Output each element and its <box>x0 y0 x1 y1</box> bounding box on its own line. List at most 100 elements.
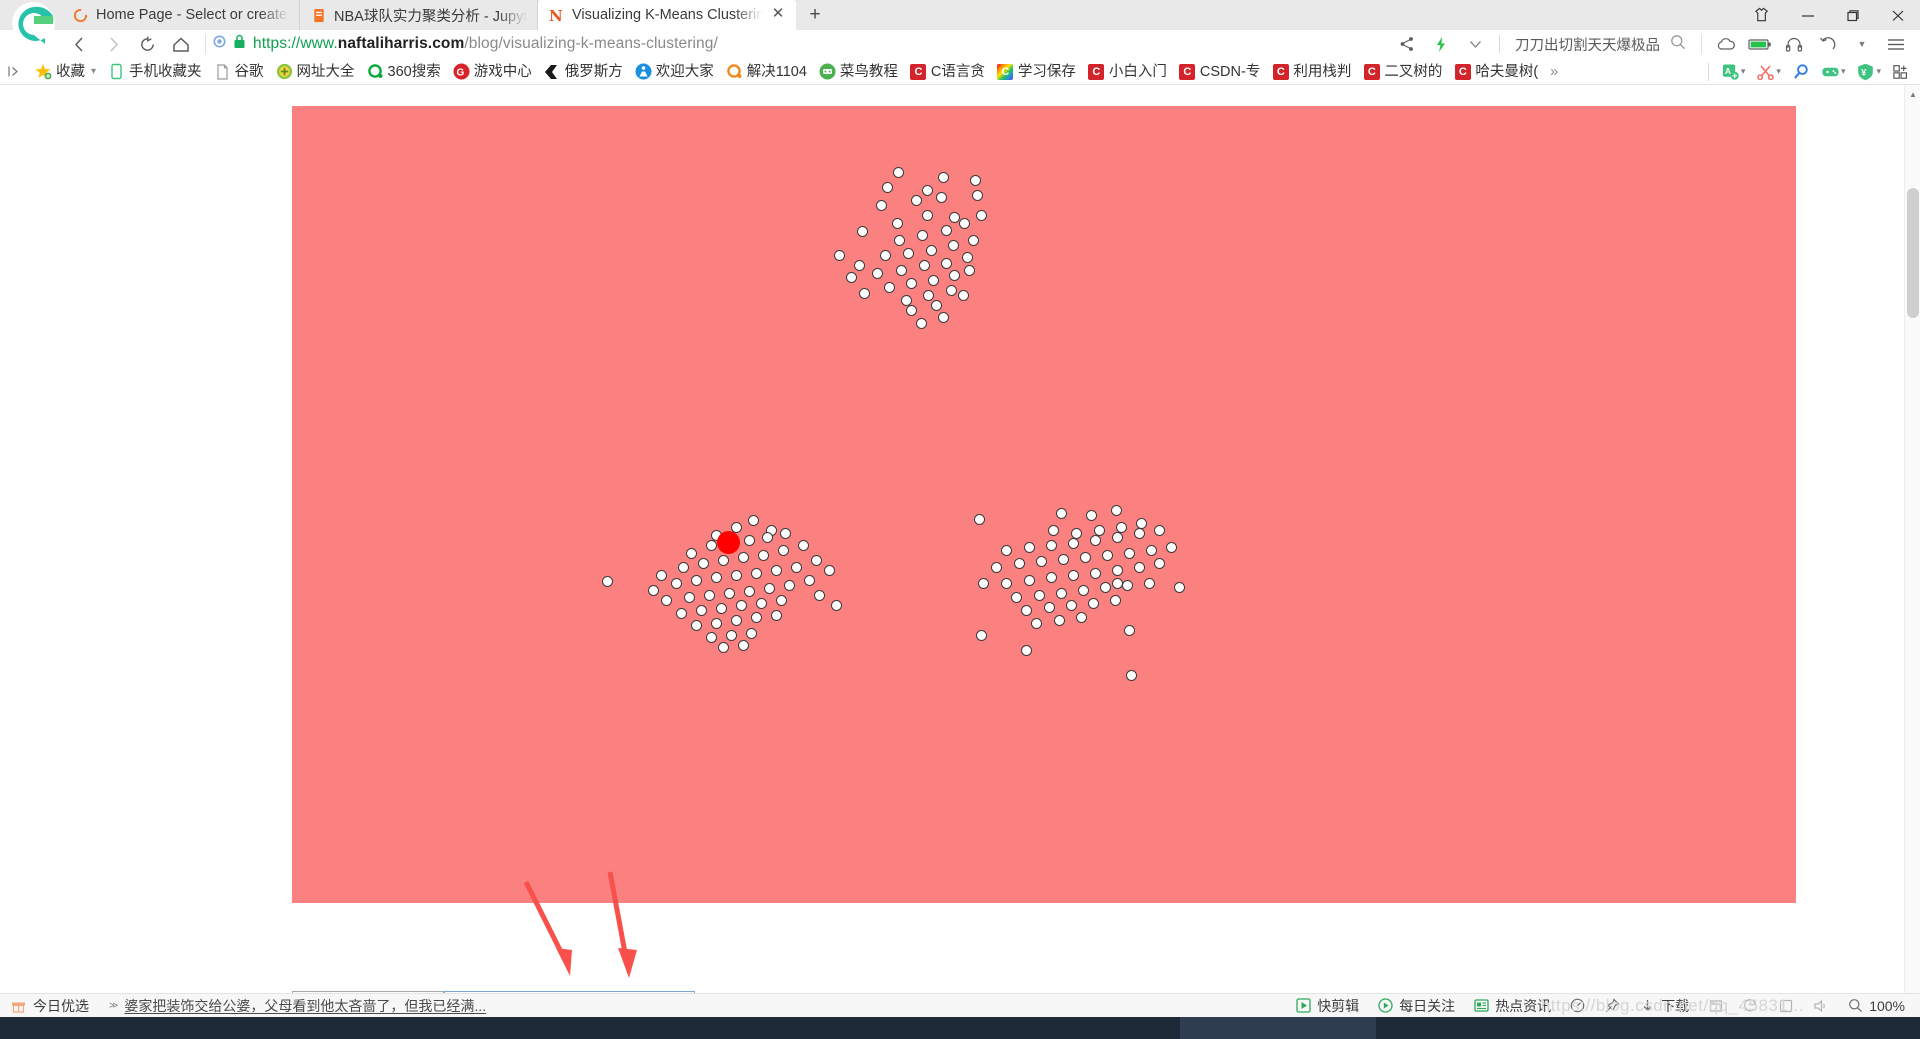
bookmarks-apps-toggle[interactable] <box>0 60 29 84</box>
today-picks-item[interactable]: 今日优选 <box>0 996 99 1016</box>
share-icon[interactable] <box>1390 30 1424 59</box>
url-host: naftaliharris.com <box>337 35 465 52</box>
bookmark-item-7[interactable]: 欢迎大家 <box>629 60 720 84</box>
shield-yuan-tool-button[interactable]: ¥ ▾ <box>1851 63 1887 80</box>
sound-button[interactable] <box>1803 997 1838 1014</box>
csdn-c-icon: C <box>1088 63 1105 80</box>
url-path: /blog/visualizing-k-means-clustering/ <box>464 35 718 52</box>
battery-icon[interactable] <box>1743 30 1777 59</box>
maximize-icon[interactable] <box>1830 0 1875 30</box>
data-point <box>1031 618 1042 629</box>
bookmark-item-2[interactable]: 谷歌 <box>208 60 270 84</box>
back-icon[interactable] <box>62 30 96 59</box>
data-point <box>976 210 987 221</box>
close-icon[interactable]: ✕ <box>770 6 786 23</box>
data-point <box>716 603 727 614</box>
bookmark-label: 谷歌 <box>234 63 264 80</box>
nav-right-tools: 刀刀出切割天天爆极品 ▼ <box>1390 30 1920 59</box>
chevron-down-icon[interactable]: ▾ <box>1741 66 1746 77</box>
data-point <box>771 565 782 576</box>
centroid-marker[interactable] <box>717 531 740 554</box>
data-point <box>731 570 742 581</box>
translate-tool-button[interactable]: A ▾ <box>1716 63 1752 80</box>
chevron-down-icon[interactable]: ▾ <box>1841 66 1846 77</box>
data-point <box>758 550 769 561</box>
close-window-icon[interactable] <box>1875 0 1920 30</box>
bookmark-item-15[interactable]: C 二叉树的 <box>1357 60 1448 84</box>
scrollbar-thumb[interactable] <box>1907 188 1919 318</box>
lightning-icon[interactable] <box>1424 30 1458 59</box>
bookmark-item-9[interactable]: 菜鸟教程 <box>813 60 904 84</box>
tool-label: 快剪辑 <box>1317 997 1360 1014</box>
kmeans-scatter-canvas[interactable] <box>292 106 1796 903</box>
bookmark-item-6[interactable]: 俄罗斯方 <box>538 60 629 84</box>
meiriguanzhu-button[interactable]: 每日关注 <box>1368 996 1464 1016</box>
bookmark-item-1[interactable]: 手机收藏夹 <box>102 60 208 84</box>
scroll-up-button[interactable]: ▲ <box>1905 86 1920 102</box>
bookmarks-overflow-button[interactable]: » <box>1544 60 1564 84</box>
chevron-down-icon[interactable]: ≫ <box>109 1000 118 1011</box>
search-input[interactable]: 刀刀出切割天天爆极品 <box>1515 34 1660 55</box>
data-point <box>1086 510 1097 521</box>
chevron-down-icon[interactable]: ▾ <box>1876 66 1881 77</box>
scissors-tool-button[interactable]: ▾ <box>1751 63 1787 80</box>
forward-icon[interactable] <box>96 30 130 59</box>
theme-shirt-icon[interactable] <box>1740 0 1785 30</box>
grid-tool-button[interactable] <box>1887 63 1916 80</box>
magnifier-tool-button[interactable] <box>1787 63 1816 80</box>
data-point <box>831 600 842 611</box>
news-headline[interactable]: 婆家把装饰交给公婆，父母看到他太吝啬了，但我已经满... <box>124 996 486 1016</box>
bookmark-item-8[interactable]: 解决1104 <box>720 60 813 84</box>
bookmark-label: 二叉树的 <box>1384 63 1443 80</box>
address-bar[interactable]: https://www.naftaliharris.com/blog/visua… <box>213 30 1390 59</box>
bookmark-item-11[interactable]: C 学习保存 <box>991 60 1082 84</box>
bookmark-item-13[interactable]: C CSDN-专 <box>1173 60 1266 84</box>
page-info-icon[interactable] <box>213 35 226 53</box>
data-point <box>736 600 747 611</box>
taskbar <box>0 1017 1920 1039</box>
tab-home-page[interactable]: Home Page - Select or create a <box>62 0 300 30</box>
reload-icon[interactable] <box>130 30 164 59</box>
bookmarks-bar: 收藏 ▾ 手机收藏夹 谷歌 网址大全 360搜索 G 游戏中心 俄罗斯方 欢迎大… <box>0 59 1920 85</box>
data-point <box>958 290 969 301</box>
bookmark-item-14[interactable]: C 利用栈判 <box>1266 60 1357 84</box>
data-point <box>711 618 722 629</box>
kuaijianji-button[interactable]: 快剪辑 <box>1286 996 1368 1016</box>
chevron-down-icon[interactable]: ▾ <box>91 66 96 77</box>
headphone-icon[interactable] <box>1777 30 1811 59</box>
search-icon[interactable] <box>1670 34 1686 55</box>
zoom-icon <box>1847 997 1864 1014</box>
taskbar-window-block[interactable] <box>1180 1017 1376 1039</box>
minimize-icon[interactable] <box>1785 0 1830 30</box>
gamepad-tool-button[interactable]: ▾ <box>1816 63 1852 80</box>
data-point <box>724 588 735 599</box>
bookmark-item-16[interactable]: C 哈夫曼树( <box>1448 60 1544 84</box>
tab-nba-jupyter[interactable]: NBA球队实力聚类分析 - Jupyter N <box>300 0 538 30</box>
bookmark-item-12[interactable]: C 小白入门 <box>1082 60 1173 84</box>
bookmark-item-0[interactable]: 收藏 ▾ <box>29 60 102 84</box>
data-point <box>1112 578 1123 589</box>
new-tab-button[interactable]: + <box>802 2 828 28</box>
undo-icon[interactable] <box>1811 30 1845 59</box>
chevron-down-icon[interactable] <box>1458 30 1492 59</box>
bookmark-item-3[interactable]: 网址大全 <box>270 60 361 84</box>
sound-icon <box>1812 997 1829 1014</box>
menu-icon[interactable] <box>1879 30 1913 59</box>
zoom-level-control[interactable]: 100% <box>1838 997 1914 1014</box>
search-box[interactable]: 刀刀出切割天天爆极品 <box>1507 34 1694 55</box>
news-headline-item[interactable]: ≫ 婆家把装饰交给公婆，父母看到他太吝啬了，但我已经满... <box>99 996 496 1016</box>
tab-visualizing-kmeans[interactable]: N Visualizing K-Means Clustering ✕ <box>538 0 796 30</box>
chevron-down-icon[interactable]: ▾ <box>1776 66 1781 77</box>
vertical-scrollbar[interactable]: ▲ ▼ <box>1904 86 1920 1019</box>
cloud-icon[interactable] <box>1709 30 1743 59</box>
home-icon[interactable] <box>164 30 198 59</box>
data-point <box>731 615 742 626</box>
bookmark-item-10[interactable]: C C语言贪 <box>904 60 991 84</box>
undo-caret-icon[interactable]: ▼ <box>1845 30 1879 59</box>
annotation-arrow-2 <box>607 871 637 978</box>
data-point <box>1024 542 1035 553</box>
bookmark-item-5[interactable]: G 游戏中心 <box>447 60 538 84</box>
data-point <box>696 605 707 616</box>
data-point <box>1046 540 1057 551</box>
bookmark-item-4[interactable]: 360搜索 <box>361 60 447 84</box>
